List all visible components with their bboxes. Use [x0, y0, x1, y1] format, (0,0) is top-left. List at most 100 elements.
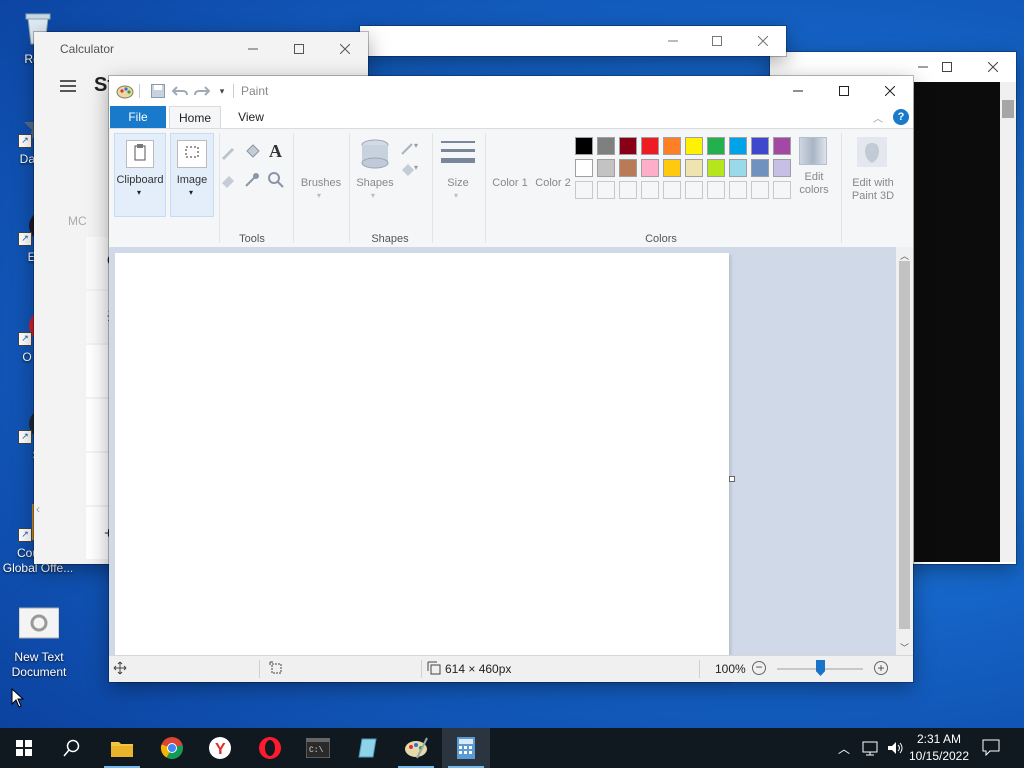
color-swatch[interactable] [707, 181, 725, 199]
taskbar-notes[interactable] [344, 728, 392, 768]
color-swatch[interactable] [707, 137, 725, 155]
color-swatch[interactable] [619, 159, 637, 177]
color1-button[interactable]: Color 1 [489, 133, 531, 217]
paint-window[interactable]: ▾ Paint File Home View ︿ ? Clipboard ▾ I… [109, 76, 913, 682]
color-swatch[interactable] [641, 181, 659, 199]
color-palette[interactable] [575, 137, 795, 203]
color2-button[interactable]: Color 2 [533, 133, 573, 217]
color-swatch[interactable] [641, 137, 659, 155]
color-swatch[interactable] [575, 137, 593, 155]
color-swatch[interactable] [685, 181, 703, 199]
color-swatch[interactable] [619, 181, 637, 199]
paint-app-icon[interactable] [115, 82, 135, 100]
workspace[interactable]: ︿ ﹀ [109, 247, 913, 681]
start-button[interactable] [0, 728, 48, 768]
tab-home[interactable]: Home [169, 106, 221, 129]
color-swatch[interactable] [663, 181, 681, 199]
undo-icon[interactable] [171, 82, 189, 100]
save-icon[interactable] [149, 82, 167, 100]
shapes-button[interactable]: Shapes ▾ [353, 133, 397, 217]
taskbar-chrome[interactable] [148, 728, 196, 768]
taskbar-paint[interactable] [392, 728, 440, 768]
color-swatch[interactable] [641, 159, 659, 177]
taskbar-file-explorer[interactable] [98, 728, 146, 768]
color-swatch[interactable] [575, 159, 593, 177]
minimize-button[interactable] [775, 76, 821, 106]
desktop-icon-new-text-document[interactable]: New Text Document [1, 606, 77, 680]
color-swatch[interactable] [729, 159, 747, 177]
color-swatch[interactable] [751, 159, 769, 177]
taskbar-opera[interactable] [246, 728, 294, 768]
maximize-button[interactable] [821, 76, 867, 106]
color-swatch[interactable] [685, 159, 703, 177]
close-button[interactable] [970, 52, 1016, 82]
resize-handle[interactable] [729, 476, 735, 482]
outline-icon[interactable]: ▾ [399, 139, 421, 160]
vertical-scrollbar[interactable]: ︿ ﹀ [896, 247, 913, 656]
close-button[interactable] [740, 26, 786, 56]
fill-icon[interactable]: ▾ [399, 161, 421, 182]
tab-view[interactable]: View [227, 106, 275, 128]
clock-date[interactable]: 10/15/2022 [904, 749, 974, 763]
color-swatch[interactable] [663, 159, 681, 177]
taskbar-calculator[interactable] [442, 728, 490, 768]
close-button[interactable] [322, 34, 368, 64]
fill-bucket-icon[interactable] [243, 143, 261, 164]
network-icon[interactable] [862, 739, 880, 760]
taskbar-yandex[interactable]: Y [196, 728, 244, 768]
image-button[interactable]: Image ▾ [170, 133, 214, 217]
minimize-button[interactable] [230, 34, 276, 64]
drawing-canvas[interactable] [115, 253, 729, 681]
brushes-button[interactable]: Brushes ▾ [295, 133, 347, 217]
color-swatch[interactable] [663, 137, 681, 155]
tab-file[interactable]: File [110, 106, 166, 128]
zoom-slider-thumb[interactable] [816, 660, 825, 676]
minimize-button[interactable] [650, 26, 696, 56]
volume-icon[interactable] [886, 739, 904, 760]
color-swatch[interactable] [751, 181, 769, 199]
clock-time[interactable]: 2:31 AM [910, 732, 968, 746]
search-button[interactable] [48, 728, 96, 768]
close-button[interactable] [867, 76, 913, 106]
color-swatch[interactable] [729, 137, 747, 155]
taskbar-terminal[interactable]: C:\ [294, 728, 342, 768]
notification-center-icon[interactable] [982, 738, 1000, 759]
pencil-icon[interactable] [219, 143, 237, 164]
size-button[interactable]: Size ▾ [435, 133, 481, 217]
background-window[interactable] [360, 26, 786, 56]
show-hidden-icons-icon[interactable]: ︿ [838, 740, 850, 757]
console-scrollbar[interactable] [1000, 82, 1016, 562]
maximize-button[interactable] [694, 26, 740, 56]
clipboard-button[interactable]: Clipboard ▾ [114, 133, 166, 217]
color-swatch[interactable] [597, 181, 615, 199]
zoom-out-button[interactable]: − [752, 661, 766, 675]
help-icon[interactable]: ? [893, 109, 909, 125]
color-swatch[interactable] [773, 159, 791, 177]
color-swatch[interactable] [597, 159, 615, 177]
magnifier-icon[interactable] [267, 171, 285, 192]
color-swatch[interactable] [751, 137, 769, 155]
scroll-left-icon[interactable]: ‹ [36, 502, 40, 516]
edit-colors-button[interactable]: Edit colors [795, 133, 833, 217]
color-swatch[interactable] [773, 137, 791, 155]
customize-quick-access-icon[interactable]: ▾ [215, 82, 229, 100]
collapse-ribbon-icon[interactable]: ︿ [873, 110, 883, 125]
color-swatch[interactable] [619, 137, 637, 155]
zoom-in-button[interactable]: + [874, 661, 888, 675]
maximize-button[interactable] [924, 52, 970, 82]
color-swatch[interactable] [773, 181, 791, 199]
color-picker-icon[interactable] [243, 171, 261, 192]
color-swatch[interactable] [575, 181, 593, 199]
hamburger-menu-icon[interactable] [60, 80, 76, 95]
color-swatch[interactable] [729, 181, 747, 199]
color-swatch[interactable] [597, 137, 615, 155]
scroll-thumb[interactable] [899, 261, 910, 629]
redo-icon[interactable] [193, 82, 211, 100]
edit-with-paint3d-button[interactable]: Edit with Paint 3D [843, 133, 903, 217]
eraser-icon[interactable] [219, 171, 237, 192]
color-swatch[interactable] [685, 137, 703, 155]
scroll-down-icon[interactable]: ﹀ [900, 641, 909, 654]
color-swatch[interactable] [707, 159, 725, 177]
maximize-button[interactable] [276, 34, 322, 64]
memory-clear-button[interactable]: MC [68, 214, 87, 228]
